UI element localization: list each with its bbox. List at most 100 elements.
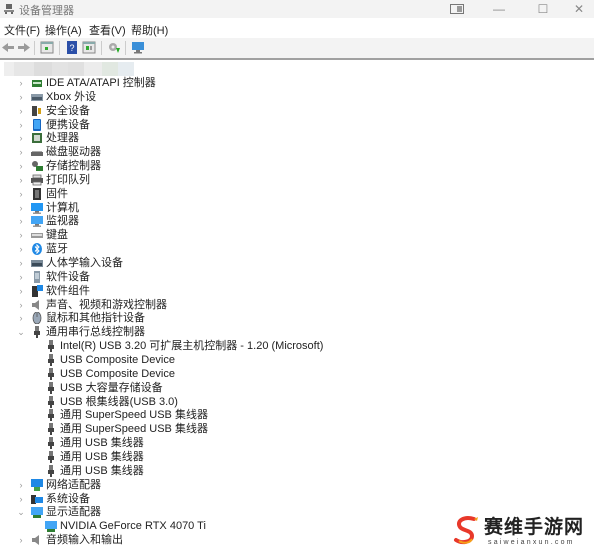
bluetooth-icon xyxy=(32,243,42,255)
chevron-right-icon[interactable]: › xyxy=(16,256,26,270)
firmware-icon xyxy=(33,188,41,200)
tree-category[interactable]: › 网络适配器 xyxy=(0,478,594,492)
tree-category[interactable]: › 蓝牙 xyxy=(0,242,594,256)
storage-controller-icon xyxy=(32,161,43,171)
tree-category-label: 音频输入和输出 xyxy=(46,534,123,546)
chevron-right-icon[interactable]: › xyxy=(16,159,26,173)
tree-device[interactable]: USB 根集线器(USB 3.0) xyxy=(0,395,594,409)
forward-icon[interactable] xyxy=(17,41,31,54)
chevron-right-icon[interactable]: › xyxy=(16,492,26,506)
chevron-right-icon[interactable]: › xyxy=(16,478,26,492)
chevron-right-icon[interactable]: › xyxy=(16,284,26,298)
watermark-url: saiweianxun.com xyxy=(488,539,575,546)
tree-category[interactable]: › IDE ATA/ATAPI 控制器 xyxy=(0,76,594,90)
tree-category[interactable]: › 固件 xyxy=(0,187,594,201)
device-manager-icon xyxy=(4,4,14,14)
menu-action[interactable]: 操作(A) xyxy=(45,22,82,38)
tree-category-label: Xbox 外设 xyxy=(46,91,97,103)
tree-device[interactable]: 通用 USB 集线器 xyxy=(0,464,594,478)
tree-category[interactable]: › 安全设备 xyxy=(0,104,594,118)
tree-category[interactable]: › 系统设备 xyxy=(0,492,594,506)
tree-category[interactable]: › Xbox 外设 xyxy=(0,90,594,104)
printer-icon xyxy=(31,174,43,186)
tree-category[interactable]: › 声音、视频和游戏控制器 xyxy=(0,298,594,312)
snap-layout-button[interactable] xyxy=(442,1,472,17)
watermark-logo-icon xyxy=(454,516,478,545)
computer-icon xyxy=(31,203,43,214)
usb-device-icon xyxy=(48,437,54,449)
tree-category[interactable]: ⌄ 通用串行总线控制器 xyxy=(0,325,594,339)
close-button[interactable]: ✕ xyxy=(564,1,594,17)
system-device-icon xyxy=(31,495,43,504)
chevron-right-icon[interactable]: › xyxy=(16,270,26,284)
show-hide-icon[interactable] xyxy=(82,41,96,54)
chevron-right-icon[interactable]: › xyxy=(16,131,26,145)
tree-device[interactable]: USB Composite Device xyxy=(0,353,594,367)
tree-device-label: USB Composite Device xyxy=(60,354,175,366)
chevron-right-icon[interactable]: › xyxy=(16,145,26,159)
tree-device[interactable]: 通用 SuperSpeed USB 集线器 xyxy=(0,422,594,436)
tree-category[interactable]: › 便携设备 xyxy=(0,118,594,132)
help-icon[interactable]: ? xyxy=(65,41,79,54)
usb-device-icon xyxy=(48,354,54,366)
computer-name-root[interactable] xyxy=(4,62,134,76)
usb-icon xyxy=(34,326,40,338)
device-tree: › IDE ATA/ATAPI 控制器 › Xbox 外设 › 安全设备 › 便携设备 › 处理器… xyxy=(0,60,594,548)
chevron-right-icon[interactable]: › xyxy=(16,90,26,104)
close-icon: ✕ xyxy=(573,2,585,16)
tree-category[interactable]: › 软件组件 xyxy=(0,284,594,298)
tree-category[interactable]: › 存储控制器 xyxy=(0,159,594,173)
chevron-right-icon[interactable]: › xyxy=(16,201,26,215)
tree-device[interactable]: 通用 USB 集线器 xyxy=(0,436,594,450)
tree-device-label: USB 大容量存储设备 xyxy=(60,382,163,394)
tree-category[interactable]: › 打印队列 xyxy=(0,173,594,187)
properties-icon[interactable] xyxy=(40,41,54,54)
tree-category[interactable]: › 磁盘驱动器 xyxy=(0,145,594,159)
tree-device[interactable]: USB 大容量存储设备 xyxy=(0,381,594,395)
tree-category[interactable]: › 监视器 xyxy=(0,214,594,228)
tree-category-label: 计算机 xyxy=(46,202,79,214)
usb-device-icon xyxy=(48,451,54,463)
tree-category-label: 系统设备 xyxy=(46,493,90,505)
chevron-right-icon[interactable]: › xyxy=(16,214,26,228)
tree-category[interactable]: › 计算机 xyxy=(0,201,594,215)
update-driver-icon[interactable] xyxy=(107,41,121,54)
chevron-right-icon[interactable]: › xyxy=(16,76,26,90)
chevron-down-icon[interactable]: ⌄ xyxy=(16,325,26,339)
chevron-right-icon[interactable]: › xyxy=(16,187,26,201)
chevron-right-icon[interactable]: › xyxy=(16,104,26,118)
tree-category-label: 磁盘驱动器 xyxy=(46,146,101,158)
tree-category-label: 蓝牙 xyxy=(46,243,68,255)
tree-device[interactable]: Intel(R) USB 3.20 可扩展主机控制器 - 1.20 (Micro… xyxy=(0,339,594,353)
back-icon[interactable] xyxy=(1,41,15,54)
menu-view[interactable]: 查看(V) xyxy=(89,22,126,38)
maximize-button[interactable]: ☐ xyxy=(528,1,558,17)
tree-device[interactable]: 通用 USB 集线器 xyxy=(0,450,594,464)
chevron-right-icon[interactable]: › xyxy=(16,533,26,547)
chevron-right-icon[interactable]: › xyxy=(16,173,26,187)
tree-device-label: NVIDIA GeForce RTX 4070 Ti xyxy=(60,520,206,532)
chevron-right-icon[interactable]: › xyxy=(16,242,26,256)
menu-help[interactable]: 帮助(H) xyxy=(131,22,168,38)
tree-category[interactable]: › 人体学输入设备 xyxy=(0,256,594,270)
usb-device-icon xyxy=(48,340,54,352)
tree-category[interactable]: › 键盘 xyxy=(0,228,594,242)
menu-file[interactable]: 文件(F) xyxy=(4,22,40,38)
tree-device[interactable]: USB Composite Device xyxy=(0,367,594,381)
tree-category-label: IDE ATA/ATAPI 控制器 xyxy=(46,77,156,89)
minimize-button[interactable]: — xyxy=(484,1,514,17)
chevron-right-icon[interactable]: › xyxy=(16,228,26,242)
tree-category-label: 安全设备 xyxy=(46,105,90,117)
tree-category[interactable]: › 鼠标和其他指针设备 xyxy=(0,311,594,325)
scan-hardware-icon[interactable] xyxy=(131,41,145,54)
chevron-right-icon[interactable]: › xyxy=(16,298,26,312)
chevron-right-icon[interactable]: › xyxy=(16,311,26,325)
tree-category[interactable]: › 处理器 xyxy=(0,131,594,145)
tree-device[interactable]: 通用 SuperSpeed USB 集线器 xyxy=(0,408,594,422)
tree-device-label: 通用 SuperSpeed USB 集线器 xyxy=(60,409,208,421)
chevron-right-icon[interactable]: › xyxy=(16,118,26,132)
usb-device-icon xyxy=(48,368,54,380)
tree-category[interactable]: › 软件设备 xyxy=(0,270,594,284)
toolbar: ? xyxy=(0,38,594,60)
chevron-down-icon[interactable]: ⌄ xyxy=(16,505,26,519)
